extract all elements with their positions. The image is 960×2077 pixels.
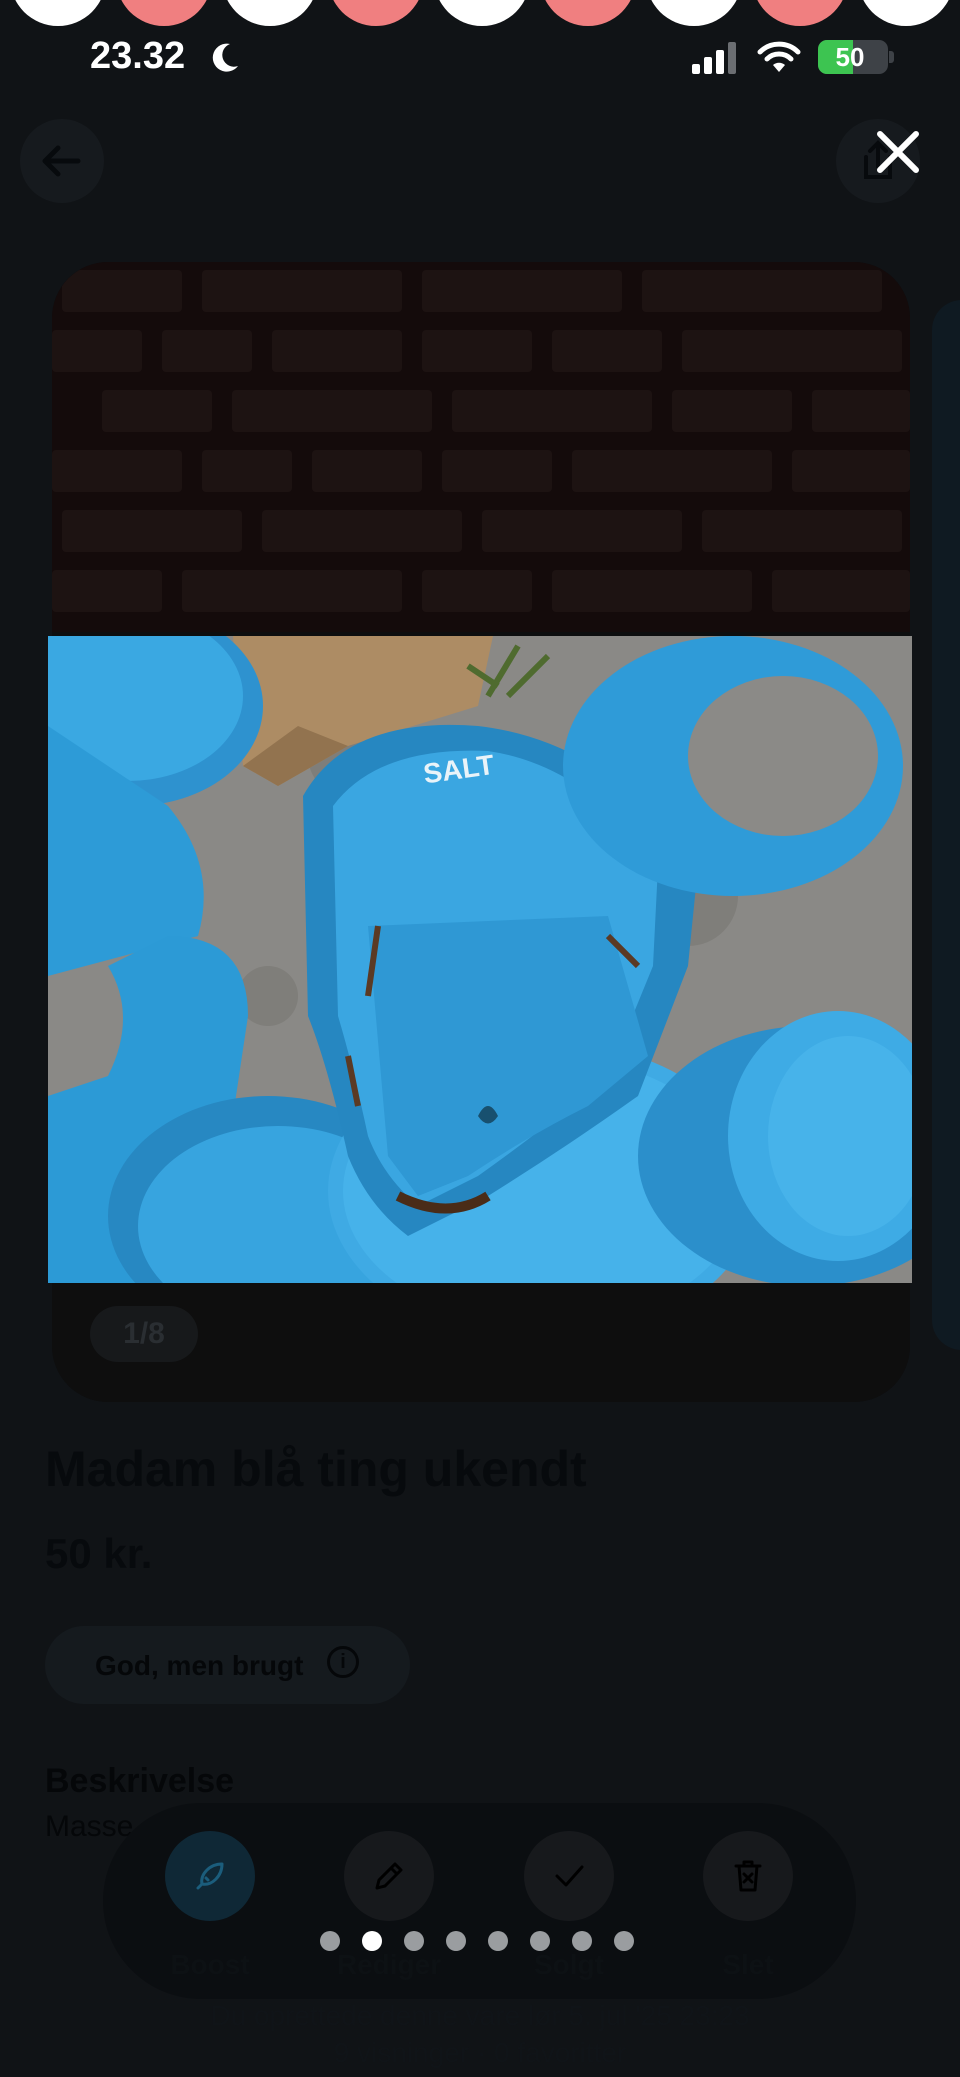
fullscreen-image[interactable]: SALT <box>48 636 912 1283</box>
image-counter: 1/8 <box>90 1306 198 1362</box>
battery-level: 50 <box>835 42 865 72</box>
pagination-dot[interactable] <box>614 1931 634 1951</box>
boost-button[interactable]: Boost <box>165 1831 255 1980</box>
pencil-icon <box>375 1862 403 1890</box>
delete-button[interactable]: Slet <box>703 1831 793 1980</box>
arrow-left-icon <box>42 145 81 177</box>
listing-price: 50 kr. <box>45 1530 153 1577</box>
created-info: Du oprettede denne vare lør 5. jul '25 2… <box>210 2000 750 2031</box>
close-icon[interactable] <box>870 124 926 180</box>
pagination-dot[interactable] <box>572 1931 592 1951</box>
pagination-dot[interactable] <box>488 1931 508 1951</box>
rocket-icon <box>196 1862 224 1890</box>
sold-button[interactable]: Solgt <box>524 1831 614 1980</box>
pagination-dot[interactable] <box>320 1931 340 1951</box>
condition-badge[interactable]: God, men brugt i <box>45 1626 410 1704</box>
condition-label: God, men brugt <box>95 1650 304 1681</box>
pagination-dot[interactable] <box>530 1931 550 1951</box>
listing-title: Madam blå ting ukendt <box>45 1441 587 1497</box>
next-image-card[interactable] <box>932 300 960 1350</box>
pagination-dot[interactable] <box>362 1931 382 1951</box>
wifi-icon <box>757 41 801 72</box>
view-stats: 9 visninger · 0 favoritter <box>333 2037 627 2068</box>
boost-label: Boost <box>170 1949 250 1980</box>
signal-icon <box>692 42 736 74</box>
action-bar: Boost Rediger Solgt Slet <box>103 1803 856 1999</box>
moon-icon <box>212 43 238 72</box>
edit-button[interactable]: Rediger <box>337 1831 441 1980</box>
battery-icon: 50 <box>818 40 888 74</box>
delete-label: Slet <box>722 1949 774 1980</box>
trash-icon <box>734 1860 762 1892</box>
description-heading: Beskrivelse <box>45 1762 235 1800</box>
check-icon <box>555 1865 584 1887</box>
description-text: Masse <box>45 1810 134 1843</box>
edit-label: Rediger <box>336 1949 442 1980</box>
back-button[interactable] <box>20 119 104 203</box>
pagination-dot[interactable] <box>404 1931 424 1951</box>
status-time: 23.32 <box>90 35 186 77</box>
info-icon[interactable]: i <box>327 1646 359 1678</box>
sold-label: Solgt <box>534 1949 604 1980</box>
product-photo: SALT <box>48 636 912 1283</box>
pagination-dot[interactable] <box>446 1931 466 1951</box>
